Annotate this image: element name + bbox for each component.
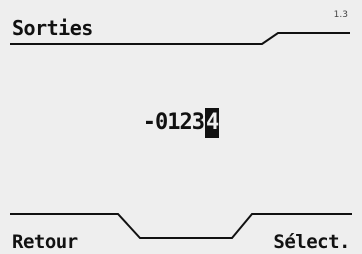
device-screen: Sorties 1.3 -01234 Retour Sélect. xyxy=(0,0,362,254)
page-title: Sorties xyxy=(12,16,93,40)
select-softkey[interactable]: Sélect. xyxy=(273,230,350,254)
back-softkey[interactable]: Retour xyxy=(12,230,78,254)
cursor-digit[interactable]: 4 xyxy=(204,108,219,138)
value-digits: -0123 xyxy=(142,110,205,135)
page-indicator: 1.3 xyxy=(333,10,348,20)
softkey-bar: Retour Sélect. xyxy=(0,210,362,254)
header-bar: Sorties 1.3 xyxy=(0,0,362,54)
value-editor[interactable]: -01234 xyxy=(0,108,362,138)
